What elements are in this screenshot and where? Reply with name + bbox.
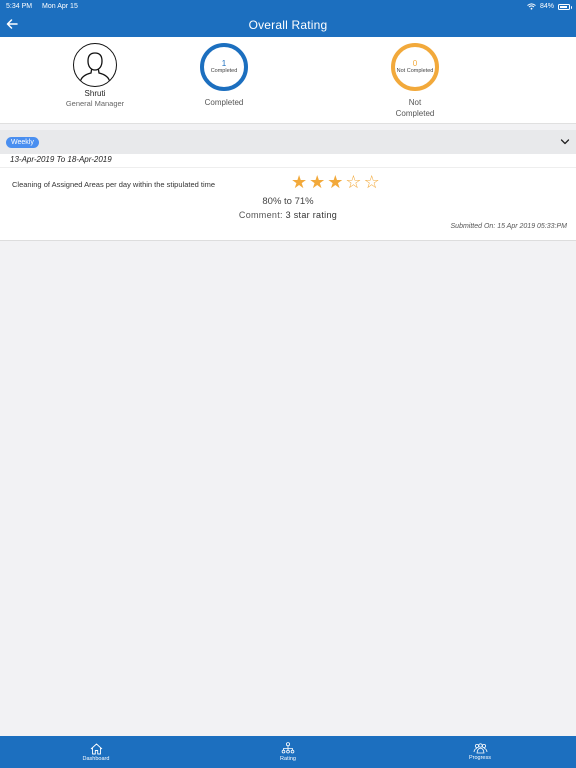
battery-percent: 84%: [539, 3, 554, 10]
completed-ring: 1 Completed: [200, 43, 248, 91]
group-icon: [473, 743, 487, 754]
status-time: 5:34 PM: [6, 3, 33, 10]
not-completed-caption-line1: Not: [408, 98, 422, 107]
tab-progress[interactable]: Progress: [440, 743, 520, 761]
wifi-icon: [527, 3, 536, 10]
comment-label: Comment:: [238, 210, 283, 220]
rating-comment: Comment: 3 star rating: [0, 210, 576, 220]
not-completed-ring: 0 Not Completed: [391, 43, 439, 91]
star-rating: ★ ★ ★ ☆ ☆: [291, 173, 380, 191]
hierarchy-icon: [281, 742, 295, 754]
profile-name: Shruti: [84, 89, 106, 98]
completed-count: 1: [221, 59, 227, 68]
completed-caption: Completed: [204, 98, 244, 107]
status-left: 5:34 PM Mon Apr 15: [6, 3, 86, 10]
nav-bar: Overall Rating: [0, 13, 576, 37]
profile-role: General Manager: [65, 99, 125, 108]
star-empty-icon: ☆: [345, 172, 362, 192]
star-filled-icon: ★: [327, 172, 344, 192]
period-badge: Weekly: [6, 136, 39, 148]
rating-summary: Shruti General Manager 1 Completed Compl…: [0, 37, 576, 124]
criteria-text: Cleaning of Assigned Areas per day withi…: [12, 180, 216, 189]
rating-card-header[interactable]: Weekly: [0, 130, 576, 154]
completed-summary[interactable]: 1 Completed Completed: [196, 43, 252, 108]
tab-label: Dashboard: [82, 755, 110, 762]
page-title: Overall Rating: [248, 18, 328, 32]
not-completed-inner-label: Not Completed: [396, 68, 434, 74]
back-button[interactable]: [4, 16, 20, 32]
tab-rating[interactable]: Rating: [248, 742, 328, 762]
star-filled-icon: ★: [309, 172, 326, 192]
tab-dashboard[interactable]: Dashboard: [56, 743, 136, 762]
not-completed-caption: Not Completed: [384, 97, 446, 119]
rating-range: 80% to 71%: [262, 196, 314, 207]
tab-label: Rating: [280, 756, 296, 762]
star-filled-icon: ★: [291, 172, 308, 192]
status-bar: 5:34 PM Mon Apr 15 84%: [0, 0, 576, 13]
completed-inner-label: Completed: [210, 68, 238, 74]
not-completed-summary[interactable]: 0 Not Completed Not Completed: [384, 43, 446, 119]
chevron-down-icon[interactable]: [560, 137, 570, 147]
arrow-left-icon: [6, 19, 18, 29]
profile: Shruti General Manager: [62, 43, 128, 108]
status-right: 84%: [527, 3, 572, 10]
star-empty-icon: ☆: [363, 172, 380, 192]
tab-bar: Dashboard Rating Progress: [0, 736, 576, 768]
home-icon: [90, 743, 102, 754]
comment-value: 3 star rating: [285, 210, 338, 220]
user-silhouette-icon: [79, 52, 111, 82]
rating-card: Weekly 13-Apr-2019 To 18-Apr-2019 Cleani…: [0, 130, 576, 241]
status-date: Mon Apr 15: [42, 3, 78, 10]
tab-label: Progress: [468, 755, 491, 761]
not-completed-caption-line2: Completed: [395, 109, 435, 118]
avatar: [73, 43, 117, 87]
battery-icon: [558, 3, 572, 10]
date-range: 13-Apr-2019 To 18-Apr-2019: [0, 154, 576, 168]
not-completed-count: 0: [412, 59, 418, 68]
submitted-on: Submitted On: 15 Apr 2019 05:33:PM: [450, 223, 567, 230]
